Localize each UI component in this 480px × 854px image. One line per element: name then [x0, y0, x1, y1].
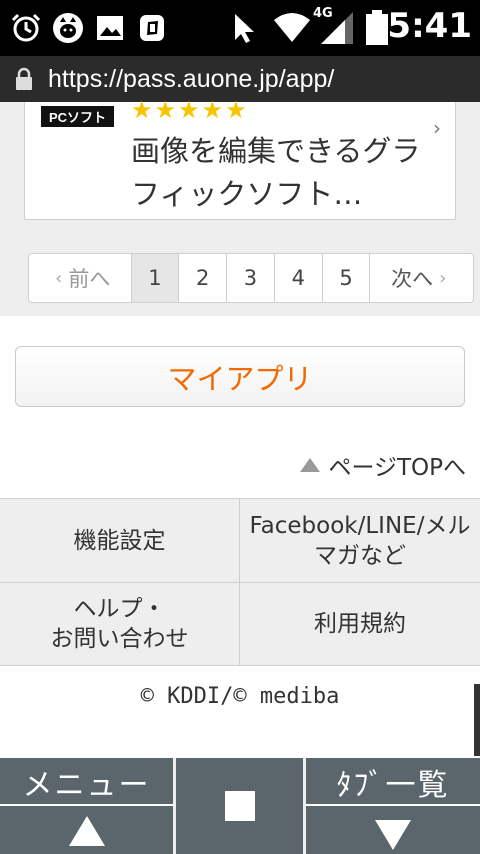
lock-icon — [0, 56, 48, 102]
menu-button[interactable]: メニュー — [0, 758, 173, 854]
terms-link[interactable]: 利用規約 — [240, 583, 480, 665]
page-4-button[interactable]: 4 — [275, 254, 323, 302]
stop-square-icon — [224, 791, 255, 821]
footer-menu: 機能設定 Facebook/LINE/メルマガなど ヘルプ・ お問い合わせ 利用… — [0, 498, 480, 666]
bottom-toolbar: メニュー ﾀﾌﾞ一覧 — [0, 758, 480, 854]
page-3-button[interactable]: 3 — [227, 254, 275, 302]
prev-page-button[interactable]: ‹ 前へ — [29, 254, 132, 302]
cat-icon — [50, 10, 86, 46]
status-bar: 4G 5:41 — [0, 0, 480, 56]
wifi-icon — [270, 10, 314, 46]
page-top-label: ページTOPへ — [328, 455, 466, 481]
url-text[interactable]: https://pass.auone.jp/app/ — [48, 65, 334, 94]
help-link[interactable]: ヘルプ・ お問い合わせ — [0, 583, 239, 665]
triangle-up-icon — [300, 458, 321, 472]
cursor-icon — [226, 10, 262, 46]
chevron-left-icon: ‹ — [55, 267, 63, 289]
my-apps-button[interactable]: マイアプリ — [15, 346, 465, 407]
chevron-right-icon: › — [433, 116, 441, 140]
pagination: ‹ 前へ 1 2 3 4 5 次へ › — [28, 253, 474, 303]
divider — [306, 804, 480, 806]
menu-label: メニュー — [22, 768, 151, 803]
alarm-icon — [8, 10, 44, 46]
chevron-right-icon: › — [439, 267, 447, 289]
help-label-line2: お問い合わせ — [50, 626, 189, 652]
clock: 5:41 — [387, 6, 472, 46]
triangle-down-icon — [375, 820, 411, 850]
help-label-line1: ヘルプ・ — [73, 596, 166, 622]
triangle-up-icon — [68, 816, 105, 846]
tab-list-label: ﾀﾌﾞ一覧 — [336, 768, 450, 803]
divider — [0, 804, 173, 806]
page-1-button[interactable]: 1 — [131, 254, 180, 302]
next-label: 次へ — [391, 267, 434, 291]
copyright: © KDDI/© mediba — [140, 684, 340, 709]
prev-label: 前へ — [68, 267, 111, 291]
next-page-button[interactable]: 次へ › — [370, 254, 473, 302]
category-badge: PCソフト — [41, 106, 115, 127]
grid-divider-horizontal — [0, 582, 480, 583]
page-2-button[interactable]: 2 — [179, 254, 228, 302]
tab-list-button[interactable]: ﾀﾌﾞ一覧 — [306, 758, 480, 854]
app-card[interactable]: PCソフト ★★★★★ 画像を編集できるグラフィックソフト… › — [24, 96, 456, 220]
app-description: 画像を編集できるグラフィックソフト… — [131, 134, 421, 211]
stop-button[interactable] — [176, 758, 303, 854]
rating-stars: ★★★★★ — [131, 96, 249, 124]
signal-icon — [318, 10, 356, 46]
image-icon — [92, 10, 128, 46]
settings-link[interactable]: 機能設定 — [0, 499, 239, 582]
page-5-button[interactable]: 5 — [323, 254, 371, 302]
app-icon — [134, 10, 170, 46]
social-link[interactable]: Facebook/LINE/メルマガなど — [240, 499, 480, 582]
page-top-link[interactable]: ページTOPへ — [300, 448, 466, 482]
scrollbar[interactable] — [474, 684, 480, 756]
